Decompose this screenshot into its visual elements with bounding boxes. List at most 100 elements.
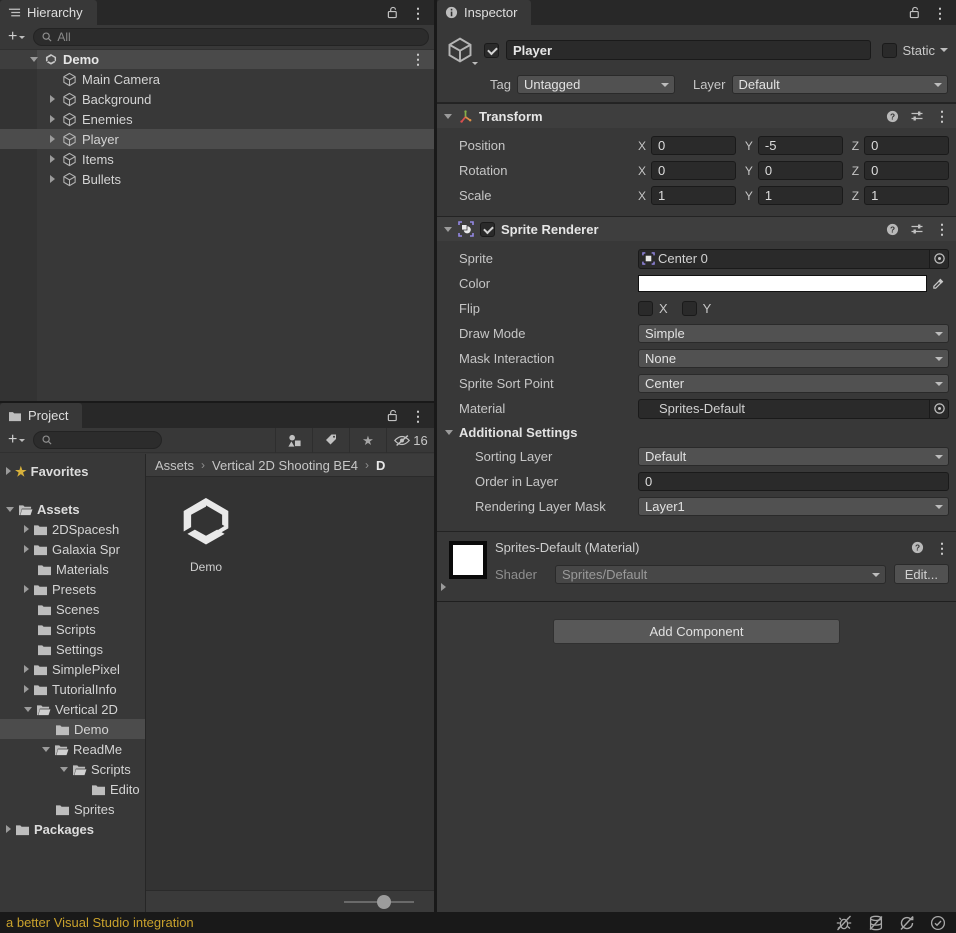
project-create-button[interactable]: + bbox=[5, 431, 28, 449]
material-preview-foldout-icon[interactable] bbox=[441, 583, 446, 591]
rotation-x-field[interactable]: 0 bbox=[651, 161, 736, 180]
cache-server-disconnected-icon[interactable] bbox=[868, 915, 884, 931]
hidden-packages-button[interactable]: 16 bbox=[386, 427, 434, 453]
tree-item[interactable]: Scripts bbox=[0, 619, 145, 639]
sprite-sort-point-dropdown[interactable]: Center bbox=[638, 374, 949, 393]
scene-row-demo[interactable]: Demo ⋮ bbox=[0, 50, 434, 69]
progress-check-icon[interactable] bbox=[930, 915, 946, 931]
tree-item[interactable]: TutorialInfo bbox=[0, 679, 145, 699]
kebab-menu-icon[interactable]: ⋮ bbox=[933, 6, 947, 20]
active-checkbox[interactable] bbox=[484, 42, 499, 58]
shader-edit-button[interactable]: Edit... bbox=[893, 564, 949, 584]
foldout-closed-icon[interactable] bbox=[49, 175, 55, 183]
help-icon[interactable] bbox=[911, 541, 924, 554]
zoom-slider-knob[interactable] bbox=[377, 895, 391, 909]
order-in-layer-field[interactable]: 0 bbox=[638, 472, 949, 491]
foldout-closed-icon[interactable] bbox=[24, 665, 29, 673]
lock-icon[interactable] bbox=[909, 6, 921, 19]
tree-item-readme[interactable]: ReadMe bbox=[0, 739, 145, 759]
foldout-closed-icon[interactable] bbox=[6, 467, 11, 475]
kebab-menu-icon[interactable]: ⋮ bbox=[935, 541, 949, 555]
add-component-button[interactable]: Add Component bbox=[553, 619, 840, 644]
material-preview-thumbnail[interactable] bbox=[449, 541, 487, 579]
hierarchy-item-items[interactable]: Items bbox=[0, 149, 434, 169]
tree-item-assets[interactable]: Assets bbox=[0, 499, 145, 519]
hierarchy-item-main-camera[interactable]: Main Camera bbox=[0, 69, 434, 89]
tree-item[interactable]: Materials bbox=[0, 559, 145, 579]
breadcrumb-folder[interactable]: Vertical 2D Shooting BE4 bbox=[212, 458, 358, 473]
kebab-menu-icon[interactable]: ⋮ bbox=[935, 222, 949, 236]
scale-x-field[interactable]: 1 bbox=[651, 186, 736, 205]
asset-item-demo[interactable]: Demo bbox=[166, 493, 246, 574]
position-x-field[interactable]: 0 bbox=[651, 136, 736, 155]
hierarchy-create-button[interactable]: + bbox=[5, 28, 28, 46]
scale-y-field[interactable]: 1 bbox=[757, 186, 843, 205]
foldout-closed-icon[interactable] bbox=[24, 685, 29, 693]
tree-item-vertical-2d[interactable]: Vertical 2D bbox=[0, 699, 145, 719]
tree-item-editor[interactable]: Edito bbox=[0, 779, 145, 799]
eyedropper-icon[interactable] bbox=[927, 274, 949, 293]
position-y-field[interactable]: -5 bbox=[757, 136, 843, 155]
tree-item[interactable]: SimplePixel bbox=[0, 659, 145, 679]
hierarchy-search-input[interactable]: All bbox=[33, 28, 429, 46]
component-enabled-checkbox[interactable] bbox=[480, 221, 495, 237]
tag-dropdown[interactable]: Untagged bbox=[516, 75, 675, 94]
tab-project[interactable]: Project bbox=[0, 403, 83, 428]
tree-item[interactable]: Galaxia Spr bbox=[0, 539, 145, 559]
project-search-input[interactable] bbox=[33, 431, 163, 449]
rotation-z-field[interactable]: 0 bbox=[864, 161, 949, 180]
foldout-closed-icon[interactable] bbox=[49, 135, 55, 143]
gameobject-icon[interactable] bbox=[443, 33, 478, 67]
foldout-closed-icon[interactable] bbox=[49, 95, 55, 103]
tree-item-sprites[interactable]: Sprites bbox=[0, 799, 145, 819]
foldout-open-icon[interactable] bbox=[444, 113, 452, 119]
rotation-y-field[interactable]: 0 bbox=[757, 161, 843, 180]
breadcrumb-assets[interactable]: Assets bbox=[155, 458, 194, 473]
foldout-closed-icon[interactable] bbox=[49, 155, 55, 163]
search-by-label-button[interactable] bbox=[312, 427, 349, 453]
additional-settings-foldout[interactable]: Additional Settings bbox=[437, 421, 949, 444]
tree-item-demo[interactable]: Demo bbox=[0, 719, 145, 739]
tree-item[interactable]: Presets bbox=[0, 579, 145, 599]
mask-interaction-dropdown[interactable]: None bbox=[638, 349, 949, 368]
help-icon[interactable] bbox=[886, 223, 899, 236]
tree-item[interactable]: Scenes bbox=[0, 599, 145, 619]
lock-icon[interactable] bbox=[387, 6, 399, 19]
foldout-open-icon[interactable] bbox=[444, 226, 452, 232]
position-z-field[interactable]: 0 bbox=[864, 136, 949, 155]
kebab-menu-icon[interactable]: ⋮ bbox=[935, 109, 949, 123]
tree-item[interactable]: 2DSpacesh bbox=[0, 519, 145, 539]
scale-z-field[interactable]: 1 bbox=[864, 186, 949, 205]
static-checkbox[interactable] bbox=[882, 42, 898, 58]
lock-icon[interactable] bbox=[387, 409, 399, 422]
hierarchy-item-enemies[interactable]: Enemies bbox=[0, 109, 434, 129]
draw-mode-dropdown[interactable]: Simple bbox=[638, 324, 949, 343]
hierarchy-item-background[interactable]: Background bbox=[0, 89, 434, 109]
foldout-closed-icon[interactable] bbox=[49, 115, 55, 123]
static-dropdown-icon[interactable] bbox=[940, 48, 948, 52]
object-picker-icon[interactable] bbox=[929, 399, 948, 418]
layer-dropdown[interactable]: Default bbox=[731, 75, 948, 94]
tab-hierarchy[interactable]: Hierarchy bbox=[0, 0, 97, 25]
shader-dropdown[interactable]: Sprites/Default bbox=[555, 564, 886, 584]
hierarchy-item-player[interactable]: Player bbox=[0, 129, 434, 149]
foldout-open-icon[interactable] bbox=[30, 57, 38, 62]
foldout-closed-icon[interactable] bbox=[6, 825, 11, 833]
tree-item-packages[interactable]: Packages bbox=[0, 819, 145, 839]
gameobject-name-field[interactable]: Player bbox=[506, 40, 872, 60]
sprite-object-field[interactable]: Center 0 bbox=[638, 248, 949, 269]
transform-header[interactable]: Transform ⋮ bbox=[437, 103, 956, 128]
kebab-menu-icon[interactable]: ⋮ bbox=[411, 409, 425, 423]
tree-item-scripts-sub[interactable]: Scripts bbox=[0, 759, 145, 779]
color-swatch[interactable] bbox=[638, 275, 927, 292]
flip-x-checkbox[interactable] bbox=[638, 301, 653, 316]
auto-refresh-disabled-icon[interactable] bbox=[899, 915, 915, 931]
hierarchy-item-bullets[interactable]: Bullets bbox=[0, 169, 434, 189]
debugger-disabled-icon[interactable] bbox=[835, 915, 853, 931]
foldout-open-icon[interactable] bbox=[6, 506, 14, 512]
foldout-closed-icon[interactable] bbox=[24, 545, 29, 553]
help-icon[interactable] bbox=[886, 110, 899, 123]
tree-item[interactable]: Settings bbox=[0, 639, 145, 659]
foldout-open-icon[interactable] bbox=[60, 766, 68, 772]
tree-item-favorites[interactable]: ★ Favorites bbox=[0, 461, 145, 481]
